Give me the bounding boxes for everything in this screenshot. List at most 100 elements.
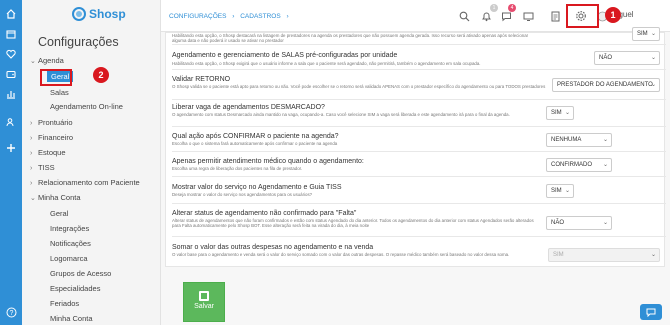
nav-group-estoque[interactable]: › Estoque xyxy=(30,148,66,157)
nav-item-agendamento-online[interactable]: Agendamento On-line xyxy=(50,102,123,111)
save-label: Salvar xyxy=(194,303,214,310)
nav-group-label: TISS xyxy=(38,163,55,172)
home-icon[interactable] xyxy=(4,8,18,20)
icon-rail: ? xyxy=(0,0,22,325)
setting-desc: Escolha uma regra de liberação dos pacie… xyxy=(172,166,303,171)
setting-row-desmarcado: Liberar vaga de agendamentos DESMARCADO?… xyxy=(172,100,666,127)
breadcrumb-cadastros[interactable]: CADASTROS xyxy=(240,13,280,20)
nav-group-prontuario[interactable]: › Prontuário xyxy=(30,118,73,127)
setting-label: Somar o valor das outras despesas no age… xyxy=(172,244,374,251)
setting-row-atendimento: Apenas permitir atendimento médico quand… xyxy=(172,152,666,177)
nav-item-minha-conta[interactable]: Minha Conta xyxy=(50,314,93,323)
select-value: PRESTADOR DO AGENDAMENTO xyxy=(557,82,653,88)
wallet-icon[interactable] xyxy=(4,68,18,80)
nav-item-conta-geral[interactable]: Geral xyxy=(50,209,68,218)
chevron-down-icon: ⌄ xyxy=(650,31,656,37)
report-icon[interactable] xyxy=(548,9,562,23)
setting-select[interactable]: NÃO ⌄ xyxy=(594,51,660,65)
heart-icon[interactable] xyxy=(4,48,18,60)
select-value: CONFIRMADO xyxy=(551,162,592,168)
select-value: NÃO xyxy=(599,55,613,61)
chevron-down-icon: ⌄ xyxy=(30,195,36,202)
nav-group-relacionamento[interactable]: › Relacionamento com Paciente xyxy=(30,178,140,187)
setting-desc: Deseja mostrar o valor do serviço nos ag… xyxy=(172,192,313,197)
setting-select[interactable]: SIM ⌄ xyxy=(548,248,660,262)
callout-2: 2 xyxy=(93,67,109,83)
setting-label: Validar RETORNO xyxy=(172,76,231,83)
chat-support-icon[interactable] xyxy=(640,304,662,320)
nav-item-salas[interactable]: Salas xyxy=(50,88,69,97)
setting-row: Habilitando esta opção, o Shosp destacar… xyxy=(172,27,666,45)
setting-row-salas: Agendamento e gerenciamento de SALAS pré… xyxy=(172,45,666,70)
notifications-badge: 1 xyxy=(490,4,498,12)
chevron-down-icon: ⌄ xyxy=(30,58,36,65)
help-icon[interactable]: ? xyxy=(4,306,18,318)
setting-desc: Habilitando esta opção, o Shosp destacar… xyxy=(172,33,529,44)
select-value: SIM xyxy=(551,110,562,116)
users-icon[interactable] xyxy=(4,116,18,128)
breadcrumb: CONFIGURAÇÕES › CADASTROS › xyxy=(169,13,293,20)
nav-item-especialidades[interactable]: Especialidades xyxy=(50,284,100,293)
monitor-icon[interactable] xyxy=(521,9,535,23)
chevron-down-icon: ⌄ xyxy=(602,220,608,226)
shosp-logo[interactable]: Shosp xyxy=(72,6,126,22)
chevron-down-icon: ⌄ xyxy=(650,252,656,258)
setting-select[interactable]: CONFIRMADO ⌄ xyxy=(546,158,612,172)
nav-group-agenda[interactable]: ⌄ Agenda xyxy=(30,56,64,65)
setting-label: Qual ação após CONFIRMAR o paciente na a… xyxy=(172,133,339,140)
nav-group-minha-conta[interactable]: ⌄ Minha Conta xyxy=(30,193,81,202)
sidebar-title: Configurações xyxy=(38,35,119,49)
select-value: SIM xyxy=(637,31,648,37)
select-value: NÃO xyxy=(551,220,565,226)
gear-highlight-box xyxy=(566,4,599,28)
plus-icon[interactable] xyxy=(4,142,18,154)
setting-row-confirmar: Qual ação após CONFIRMAR o paciente na a… xyxy=(172,127,666,152)
setting-label: Alterar status de agendamento não confir… xyxy=(172,210,357,217)
nav-group-label: Prontuário xyxy=(38,118,73,127)
search-icon[interactable] xyxy=(457,9,471,23)
geral-highlight-box xyxy=(40,69,72,86)
chevron-down-icon: ⌄ xyxy=(564,110,570,116)
setting-label: Mostrar valor do serviço no Agendamento … xyxy=(172,184,342,191)
setting-select[interactable]: SIM ⌄ xyxy=(546,184,574,198)
nav-item-logomarca[interactable]: Logomarca xyxy=(50,254,88,263)
nav-group-label: Financeiro xyxy=(38,133,74,142)
main-content: Habilitando esta opção, o Shosp destacar… xyxy=(161,27,670,325)
save-button[interactable]: Salvar xyxy=(183,282,225,322)
nav-item-grupos-acesso[interactable]: Grupos de Acesso xyxy=(50,269,111,278)
setting-select[interactable]: SIM ⌄ xyxy=(546,106,574,120)
shosp-logo-icon xyxy=(72,7,86,21)
nav-group-label: Minha Conta xyxy=(38,193,81,202)
setting-select[interactable]: SIM ⌄ xyxy=(632,27,660,41)
chevron-right-icon: › xyxy=(30,165,33,172)
calendar-icon[interactable] xyxy=(4,28,18,40)
setting-select[interactable]: NÃO ⌄ xyxy=(546,216,612,230)
chevron-right-icon: › xyxy=(30,150,33,157)
svg-text:?: ? xyxy=(9,310,13,317)
chart-icon[interactable] xyxy=(4,88,18,100)
setting-row-valor-servico: Mostrar valor do serviço no Agendamento … xyxy=(172,177,666,204)
chevron-right-icon: › xyxy=(30,120,33,127)
breadcrumb-configuracoes[interactable]: CONFIGURAÇÕES xyxy=(169,13,226,20)
setting-select[interactable]: NENHUMA ⌄ xyxy=(546,133,612,147)
breadcrumb-separator: › xyxy=(286,13,289,20)
chevron-down-icon: ⌄ xyxy=(602,162,608,168)
nav-group-tiss[interactable]: › TISS xyxy=(30,163,55,172)
chevron-down-icon: ⌄ xyxy=(650,55,656,61)
nav-group-label: Relacionamento com Paciente xyxy=(38,178,140,187)
callout-1: 1 xyxy=(605,7,621,23)
floppy-icon xyxy=(199,291,209,301)
chevron-right-icon: › xyxy=(30,135,33,142)
setting-desc: Habilitando esta opção, o Shosp exigirá … xyxy=(172,61,481,66)
nav-item-integracoes[interactable]: Integrações xyxy=(50,224,89,233)
nav-group-financeiro[interactable]: › Financeiro xyxy=(30,133,73,142)
chevron-right-icon: › xyxy=(30,180,33,187)
select-value: SIM xyxy=(551,188,562,194)
nav-item-notificacoes[interactable]: Notificações xyxy=(50,239,91,248)
chevron-down-icon: ⌄ xyxy=(564,188,570,194)
nav-group-label: Estoque xyxy=(38,148,66,157)
setting-select[interactable]: PRESTADOR DO AGENDAMENTO ⌄ xyxy=(552,78,660,92)
select-value: NENHUMA xyxy=(551,137,582,143)
nav-item-feriados[interactable]: Feriados xyxy=(50,299,79,308)
settings-sidebar: Shosp Configurações ⌄ Agenda Geral Salas … xyxy=(22,0,161,325)
